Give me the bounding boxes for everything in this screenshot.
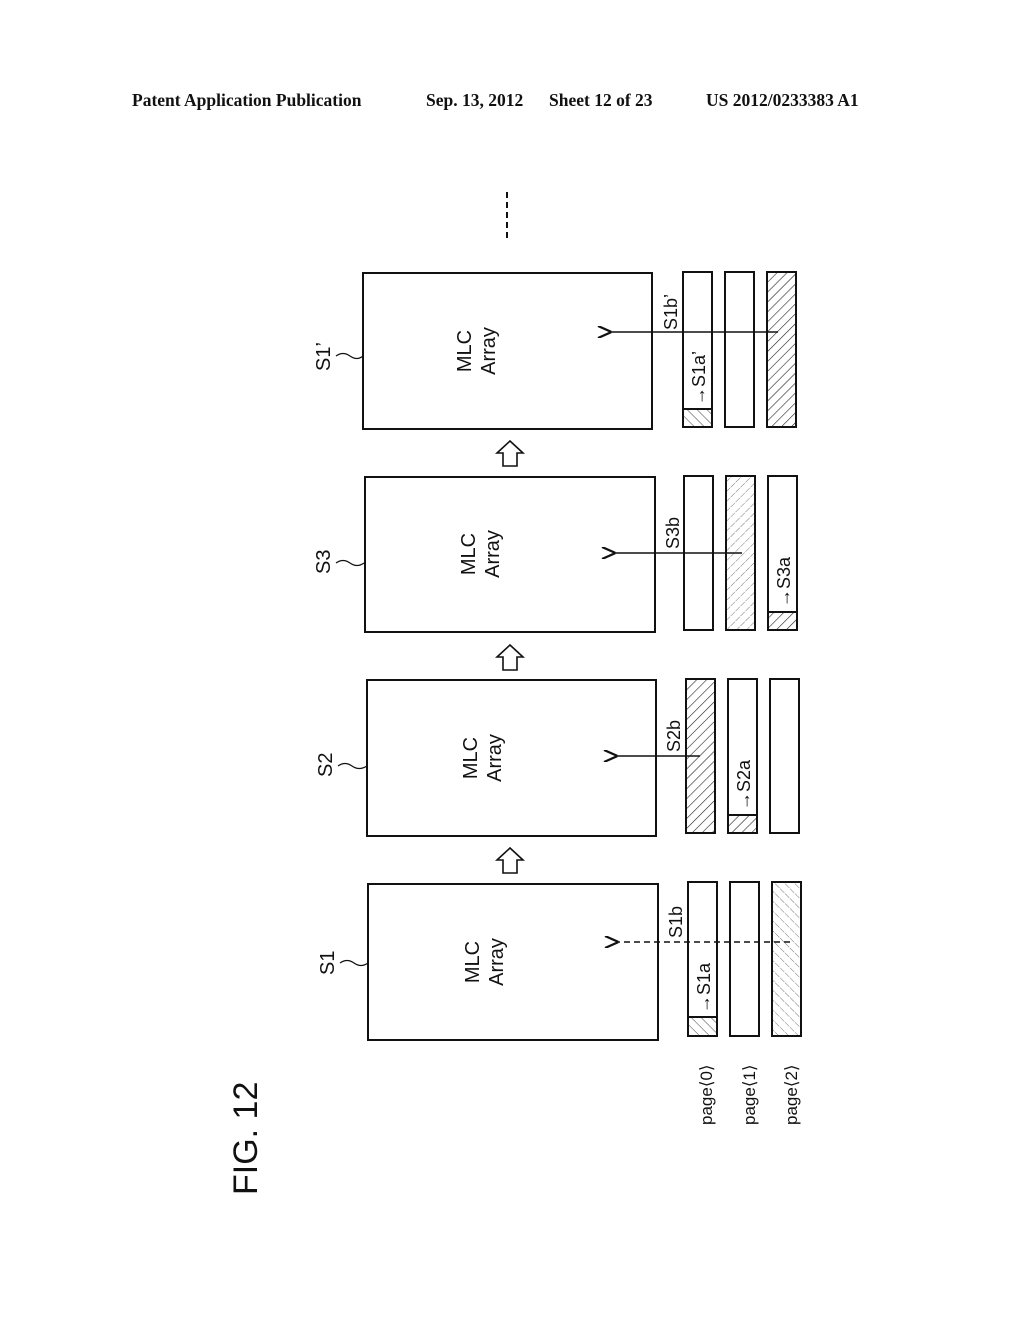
page-note: →S1a (694, 962, 714, 1013)
transition-arrow-icon (494, 439, 526, 467)
page-2 (771, 881, 802, 1037)
transfer-label: S1b (666, 906, 686, 938)
page-1-hatched-segment (727, 814, 758, 834)
transition-arrow-icon (494, 846, 526, 874)
array-label-line1: MLC (458, 533, 480, 575)
array-label-line1: MLC (454, 330, 476, 372)
mlc-array-box (367, 883, 659, 1041)
page-note: →S1a’ (689, 351, 709, 405)
leader-line (337, 762, 368, 770)
figure-diagram: FIG. 12 page⟨0⟩ page⟨1⟩ page⟨2⟩ S1 MLC A… (227, 192, 802, 1195)
state-s1: S1 MLC Array →S1a S1b (317, 881, 802, 1041)
state-s3: S3 MLC Array →S3a S3b (313, 475, 798, 633)
transfer-label: S3b (663, 517, 683, 549)
mlc-array-box (362, 272, 653, 430)
page-0-hatched-segment (682, 408, 713, 428)
transfer-label: S2b (664, 720, 684, 752)
array-label-line2: Array (484, 734, 506, 782)
page-label-2: page⟨2⟩ (782, 1064, 801, 1125)
figure-title: FIG. 12 (227, 1082, 265, 1195)
leader-line (339, 959, 369, 967)
leader-line (335, 559, 365, 567)
page-1 (724, 271, 755, 428)
transfer-label: S1b’ (661, 294, 681, 330)
mlc-array-box (364, 476, 656, 633)
state-label: S1 (317, 951, 339, 975)
state-s2: S2 MLC Array →S2a S2b (315, 678, 800, 837)
page-note: →S2a (734, 759, 754, 810)
array-label-line1: MLC (460, 737, 482, 779)
array-label-line1: MLC (462, 941, 484, 983)
page-2-hatched-segment (767, 611, 798, 631)
state-label: S1’ (313, 342, 335, 371)
page-label-1: page⟨1⟩ (740, 1064, 759, 1125)
array-label-line2: Array (482, 530, 504, 578)
page-2 (769, 678, 800, 834)
state-label: S2 (315, 753, 337, 777)
page-note: →S3a (774, 556, 794, 607)
page-2 (766, 271, 797, 428)
page-0-hatched-segment (687, 1016, 718, 1037)
page-label-0: page⟨0⟩ (697, 1064, 716, 1125)
leader-line (335, 352, 364, 360)
state-s1-prime: S1’ MLC Array →S1a’ S1b’ (313, 271, 797, 430)
state-label: S3 (313, 550, 335, 574)
mlc-array-box (366, 679, 657, 837)
array-label-line2: Array (486, 938, 508, 986)
transition-arrow-icon (494, 643, 526, 671)
array-label-line2: Array (478, 327, 500, 375)
page-1 (729, 881, 760, 1037)
